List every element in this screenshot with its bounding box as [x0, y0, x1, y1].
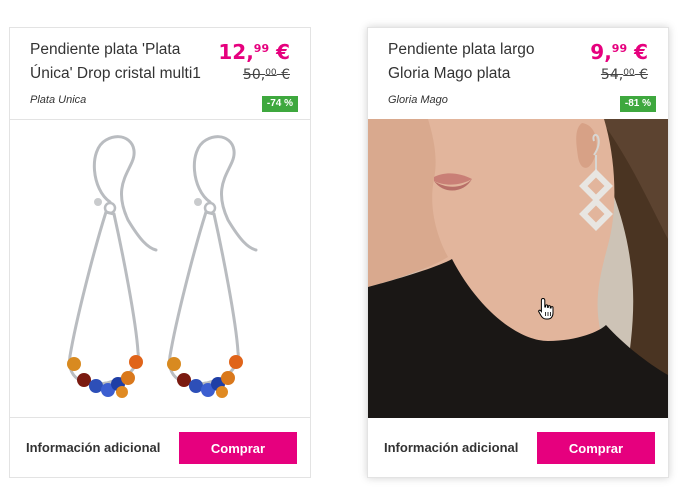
product-brand[interactable]: Gloria Mago	[388, 94, 448, 106]
product-card-footer: Información adicional Comprar	[10, 418, 310, 478]
product-card-header: Pendiente plata largo Gloria Mago plata …	[368, 28, 668, 119]
price-block: 9,99 € 54,00 €	[590, 37, 648, 84]
product-title-line2[interactable]: Única' Drop cristal multi1	[30, 62, 230, 86]
buy-button[interactable]: Comprar	[537, 432, 655, 464]
original-price: 50,00 €	[218, 64, 290, 84]
discount-badge: -81 %	[619, 96, 656, 112]
price-integer: 9,	[590, 40, 612, 64]
old-price-integer: 54,	[600, 67, 624, 83]
additional-info-link[interactable]: Información adicional	[384, 440, 518, 455]
product-brand[interactable]: Plata Unica	[30, 94, 86, 106]
product-title[interactable]: Pendiente plata largo Gloria Mago plata	[388, 38, 588, 86]
old-price-currency: €	[276, 67, 290, 83]
hand-pointer-cursor-icon	[538, 297, 554, 320]
old-price-decimals: 00	[265, 68, 277, 78]
product-card-gloria-mago[interactable]: Pendiente plata largo Gloria Mago plata …	[367, 27, 669, 478]
earrings-drop-image	[10, 120, 310, 417]
price-block: 12,99 € 50,00 €	[218, 37, 290, 84]
price-currency: €	[269, 40, 290, 64]
current-price: 12,99 €	[218, 37, 290, 64]
product-title-line1[interactable]: Pendiente plata largo	[388, 38, 588, 62]
old-price-integer: 50,	[242, 67, 266, 83]
discount-badge: -74 %	[261, 96, 298, 112]
price-decimals: 99	[611, 42, 628, 55]
product-image[interactable]	[368, 119, 668, 418]
old-price-currency: €	[634, 67, 648, 83]
product-title[interactable]: Pendiente plata 'Plata Única' Drop crist…	[30, 38, 230, 86]
buy-button[interactable]: Comprar	[179, 432, 297, 464]
price-integer: 12,	[218, 40, 254, 64]
product-card-plata-unica[interactable]: Pendiente plata 'Plata Única' Drop crist…	[9, 27, 311, 478]
price-currency: €	[627, 40, 648, 64]
price-decimals: 99	[253, 42, 270, 55]
product-image[interactable]	[10, 119, 310, 418]
product-card-footer: Información adicional Comprar	[368, 418, 668, 478]
current-price: 9,99 €	[590, 37, 648, 64]
old-price-decimals: 00	[623, 68, 635, 78]
product-title-line1[interactable]: Pendiente plata 'Plata	[30, 38, 230, 62]
model-wearing-earring-image	[368, 119, 668, 418]
product-card-header: Pendiente plata 'Plata Única' Drop crist…	[10, 28, 310, 119]
original-price: 54,00 €	[590, 64, 648, 84]
additional-info-link[interactable]: Información adicional	[26, 440, 160, 455]
product-title-line2[interactable]: Gloria Mago plata	[388, 62, 588, 86]
